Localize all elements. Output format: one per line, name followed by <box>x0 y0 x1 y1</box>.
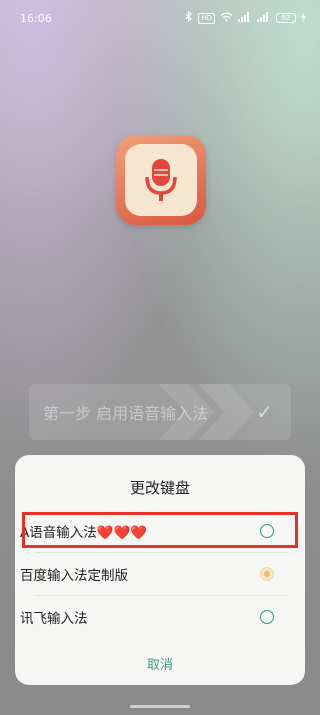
hd-icon: HD <box>198 12 215 24</box>
signal-icon <box>257 11 271 25</box>
signal-icon <box>238 11 252 25</box>
enable-voice-input-step-button[interactable]: 第一步 启用语音输入法 ✓ <box>29 384 291 440</box>
charging-icon <box>301 11 306 25</box>
option-label: A语音输入法❤️❤️❤️ <box>20 525 148 541</box>
option-label: 百度输入法定制版 <box>20 568 128 584</box>
check-icon: ✓ <box>256 400 273 424</box>
status-time: 16:06 <box>20 11 52 25</box>
battery-icon: 92 <box>276 13 296 23</box>
cancel-button[interactable]: 取消 <box>0 654 320 673</box>
radio-button[interactable] <box>260 610 274 624</box>
keyboard-option-a-voice[interactable]: A语音输入法❤️❤️❤️ <box>20 510 274 552</box>
step-label: 第一步 启用语音输入法 <box>43 404 209 423</box>
bluetooth-icon <box>185 10 193 25</box>
dialog-title: 更改键盘 <box>129 479 190 497</box>
radio-button-selected[interactable] <box>260 567 274 581</box>
option-label: 讯飞输入法 <box>20 611 88 627</box>
microphone-app-icon <box>116 135 206 225</box>
status-icons: HD 92 <box>185 10 306 25</box>
microphone-icon <box>125 144 197 216</box>
home-indicator[interactable] <box>130 705 190 708</box>
keyboard-option-baidu[interactable]: 百度输入法定制版 <box>20 553 274 595</box>
app-screen: 16:06 HD 92 第一步 启用语音输入法 ✓ 更改键盘 A语音输入法❤️❤… <box>0 0 320 715</box>
status-bar: 16:06 HD 92 <box>0 0 320 36</box>
wifi-icon <box>220 12 233 25</box>
keyboard-option-xunfei[interactable]: 讯飞输入法 <box>20 596 274 638</box>
radio-button[interactable] <box>260 524 274 538</box>
